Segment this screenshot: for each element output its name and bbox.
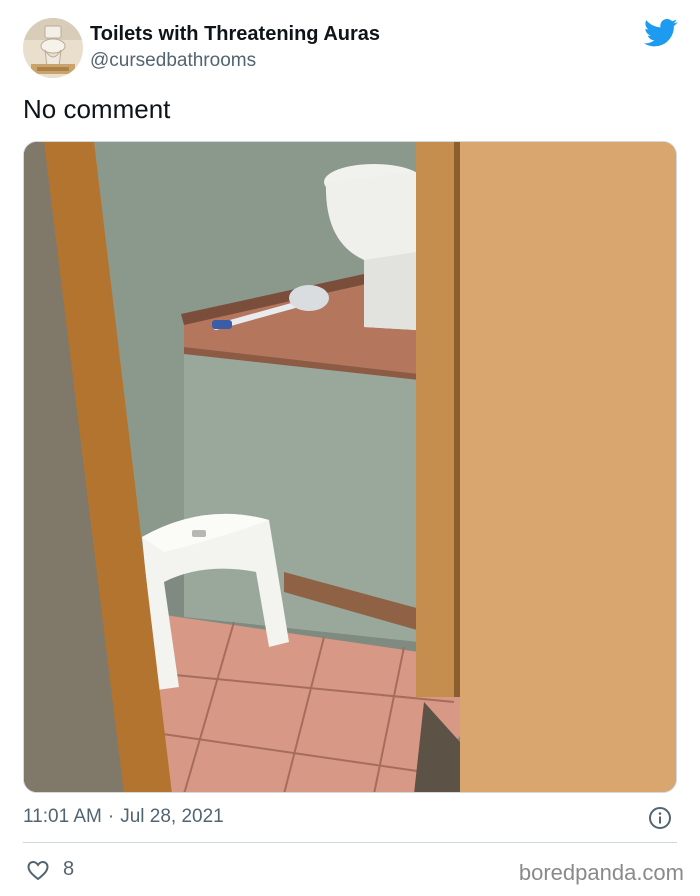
display-name[interactable]: Toilets with Threatening Auras: [90, 23, 380, 46]
heart-icon[interactable]: [26, 858, 50, 882]
tweet-date: Jul 28, 2021: [120, 806, 224, 827]
twitter-bird-icon[interactable]: [644, 18, 678, 48]
avatar[interactable]: [23, 18, 83, 78]
divider: [23, 842, 677, 843]
tweet-time: 11:01 AM: [23, 806, 102, 827]
like-count: 8: [63, 858, 75, 880]
tweet-text: No comment: [23, 94, 171, 124]
tweet-timestamp[interactable]: 11:01 AM · Jul 28, 2021: [23, 806, 224, 828]
toilet-avatar-image: [23, 18, 83, 78]
watermark: boredpanda.com: [518, 860, 684, 885]
separator-dot: ·: [107, 806, 115, 827]
tweet-photo[interactable]: [23, 141, 677, 793]
info-icon[interactable]: [648, 806, 672, 830]
user-handle[interactable]: @cursedbathrooms: [90, 50, 256, 72]
